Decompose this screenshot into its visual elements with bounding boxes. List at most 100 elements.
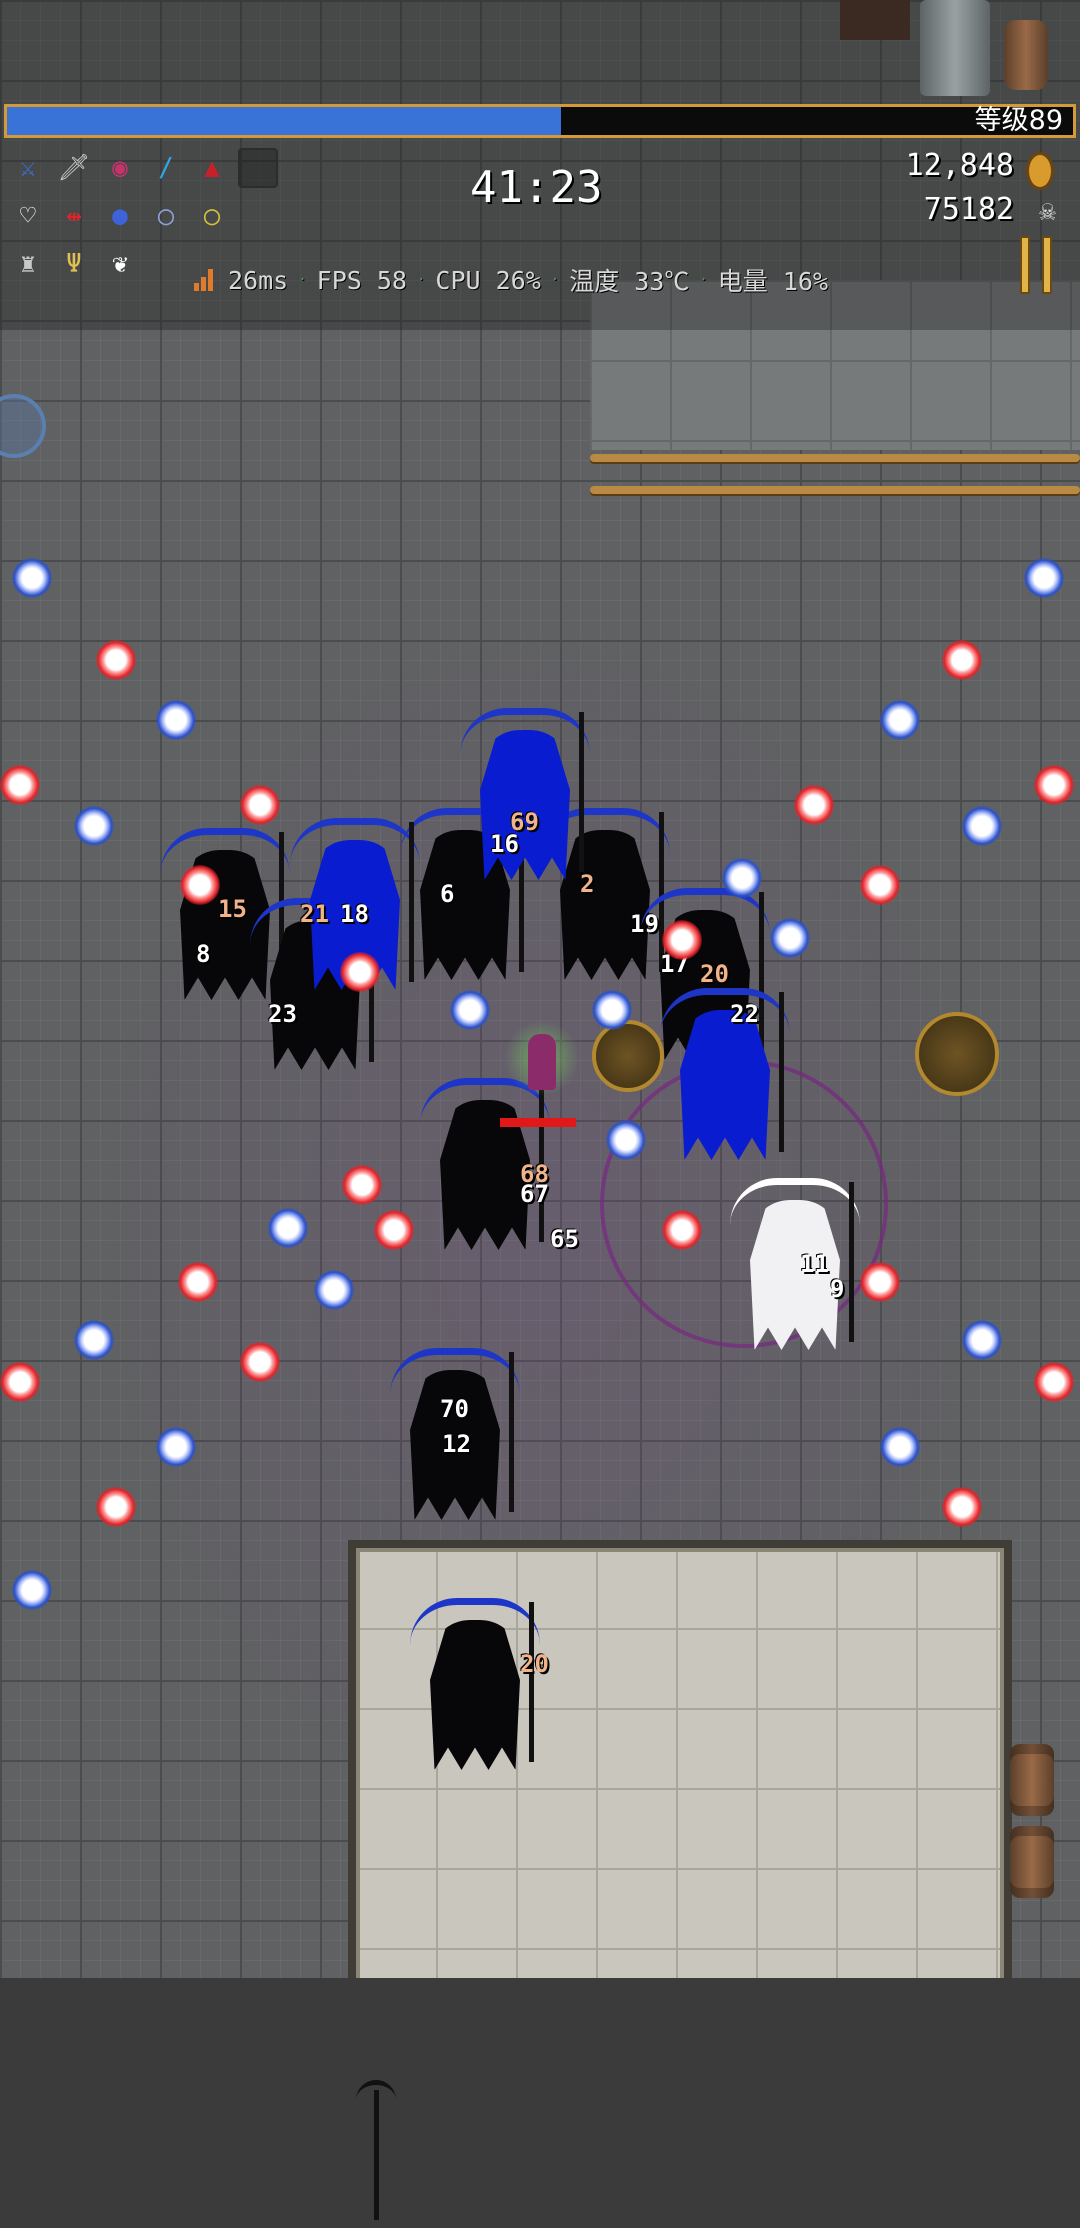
blue-orb-projectile bbox=[74, 806, 114, 846]
blue-orb-projectile bbox=[156, 700, 196, 740]
red-orb-projectile bbox=[860, 865, 900, 905]
red-orb-projectile bbox=[860, 1262, 900, 1302]
damage-number: 8 bbox=[196, 940, 211, 968]
damage-number: 6 bbox=[440, 880, 455, 908]
red-orb-projectile bbox=[180, 865, 220, 905]
xp-bar: 等级89 bbox=[4, 104, 1076, 138]
ring-blue-icon: ◯ bbox=[158, 201, 174, 231]
wings-icon: ❦ bbox=[112, 249, 128, 279]
blue-orb-projectile bbox=[606, 1120, 646, 1160]
ping-value: 26ms bbox=[228, 265, 289, 295]
player-hp-bar bbox=[500, 1118, 576, 1127]
knife-icon: 🗡 bbox=[57, 153, 91, 183]
damage-number: 69 bbox=[510, 808, 539, 836]
candelabra-icon: Ψ bbox=[66, 249, 82, 279]
blue-orb-projectile bbox=[592, 990, 632, 1030]
damage-number: 11 bbox=[800, 1250, 829, 1278]
xp-fill bbox=[7, 107, 562, 135]
gold-count: 12,848 bbox=[905, 148, 1014, 183]
damage-number: 21 bbox=[300, 900, 329, 928]
kill-count: 75182 bbox=[923, 192, 1014, 227]
damage-number: 65 bbox=[550, 1225, 579, 1253]
lamp-post bbox=[356, 2070, 396, 2220]
red-orb-projectile bbox=[240, 1342, 280, 1382]
damage-number: 15 bbox=[218, 895, 247, 923]
wooden-fence bbox=[590, 446, 1080, 510]
signal-icon bbox=[194, 269, 218, 291]
red-orb-projectile bbox=[0, 765, 40, 805]
red-orb-projectile bbox=[240, 785, 280, 825]
level-label: 等级89 bbox=[974, 105, 1063, 136]
red-orb-projectile bbox=[1034, 765, 1074, 805]
damage-number: 22 bbox=[730, 1000, 759, 1028]
damage-number: 9 bbox=[830, 1275, 845, 1303]
coin-icon bbox=[1026, 152, 1054, 190]
damage-number: 23 bbox=[268, 1000, 297, 1028]
reaper-enemy bbox=[730, 1170, 860, 1350]
blue-orb-projectile bbox=[880, 1427, 920, 1467]
damage-number: 67 bbox=[520, 1180, 549, 1208]
red-orb-projectile bbox=[342, 1165, 382, 1205]
bottom-wall bbox=[0, 1978, 1080, 2228]
damage-number: 70 bbox=[440, 1395, 469, 1423]
battery-value: 电量 16% bbox=[717, 267, 829, 296]
hud: 等级89 ⚔ 🗡 ◉ ∕ ▲ ♡ ⇹ ● ◯ ◯ ♜ Ψ ❦ 41:23 12,848 75182 ☠ … bbox=[0, 0, 1080, 330]
player-character bbox=[500, 1020, 580, 1127]
performance-overlay: 26ms · FPS 58 · CPU 26% · 温度 33℃ · 电量 16… bbox=[194, 262, 828, 298]
heart-icon: ♡ bbox=[20, 201, 36, 231]
reaper-enemy bbox=[410, 1590, 540, 1770]
red-orb-projectile bbox=[96, 1487, 136, 1527]
red-orb-projectile bbox=[340, 952, 380, 992]
orb-icon: ● bbox=[112, 201, 128, 231]
barrel bbox=[1010, 1826, 1054, 1898]
blue-orb-projectile bbox=[268, 1208, 308, 1248]
cloak-icon: ▲ bbox=[204, 153, 220, 183]
red-orb-projectile bbox=[662, 920, 702, 960]
damage-number: 20 bbox=[520, 1650, 549, 1678]
blue-orb-projectile bbox=[12, 558, 52, 598]
blue-orb-projectile bbox=[962, 1320, 1002, 1360]
blue-orb-projectile bbox=[962, 806, 1002, 846]
red-orb-projectile bbox=[942, 640, 982, 680]
blue-orb-projectile bbox=[1024, 558, 1064, 598]
armor-icon: ♜ bbox=[20, 249, 36, 279]
damage-number: 2 bbox=[580, 870, 595, 898]
blue-orb-projectile bbox=[450, 990, 490, 1030]
damage-number: 20 bbox=[700, 960, 729, 988]
survival-timer: 41:23 bbox=[470, 162, 603, 213]
fence-rail bbox=[590, 486, 1080, 494]
red-orb-projectile bbox=[96, 640, 136, 680]
hero-sprite bbox=[528, 1034, 556, 1090]
cpu-value: CPU 26% bbox=[435, 265, 541, 295]
barrel bbox=[1010, 1744, 1054, 1816]
red-orb-projectile bbox=[374, 1210, 414, 1250]
red-orb-projectile bbox=[942, 1487, 982, 1527]
damage-number: 18 bbox=[340, 900, 369, 928]
reaper-enemy bbox=[660, 980, 790, 1160]
whip-icon: ⚔ bbox=[20, 153, 36, 183]
blue-orb-projectile bbox=[880, 700, 920, 740]
blue-orb-projectile bbox=[74, 1320, 114, 1360]
ring-gold-icon: ◯ bbox=[204, 201, 220, 231]
damage-number: 12 bbox=[442, 1430, 471, 1458]
damage-number: 19 bbox=[630, 910, 659, 938]
red-orb-projectile bbox=[1034, 1362, 1074, 1402]
blue-orb-projectile bbox=[12, 1570, 52, 1610]
blue-orb-projectile bbox=[156, 1427, 196, 1467]
red-orb-projectile bbox=[0, 1362, 40, 1402]
blue-orb-projectile bbox=[314, 1270, 354, 1310]
pause-icon bbox=[1020, 236, 1030, 294]
pause-button[interactable] bbox=[1020, 236, 1054, 294]
red-orb-projectile bbox=[662, 1210, 702, 1250]
fps-value: FPS 58 bbox=[316, 265, 407, 295]
rose-icon: ◉ bbox=[112, 153, 128, 183]
arrows-icon: ⇹ bbox=[66, 201, 82, 231]
blue-orb-projectile bbox=[722, 858, 762, 898]
blue-orb-projectile bbox=[770, 918, 810, 958]
wand-icon: ∕ bbox=[158, 153, 174, 183]
red-orb-projectile bbox=[794, 785, 834, 825]
temp-value: 温度 33℃ bbox=[569, 267, 690, 296]
floor-coin-relic bbox=[915, 1012, 999, 1096]
skull-icon: ☠ bbox=[1039, 194, 1056, 227]
empty-slot bbox=[238, 148, 278, 188]
